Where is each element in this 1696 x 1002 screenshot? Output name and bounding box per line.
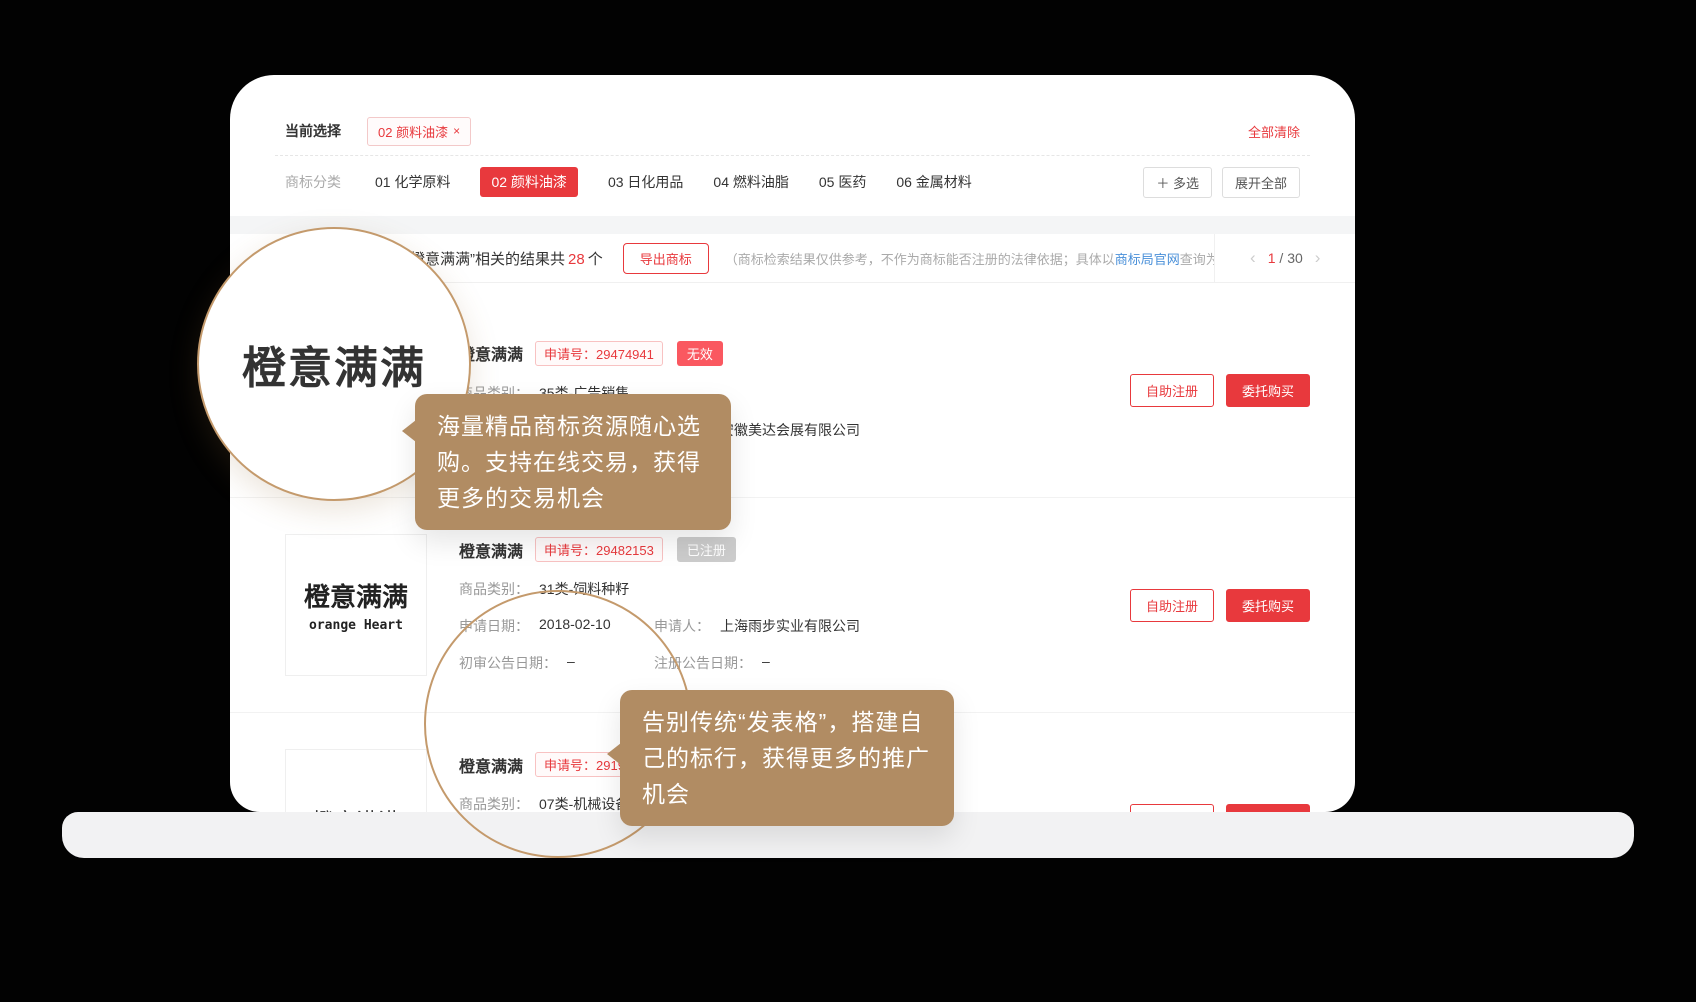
entrust-buy-button[interactable]: 委托购买 [1226,374,1310,407]
category-item-01[interactable]: 01 化学原料 [375,172,450,192]
disclaimer-text-post: 查询为准。） [1180,252,1215,267]
selected-filter-tag[interactable]: 02 颜料油漆 × [367,117,471,146]
status-badge: 已注册 [677,537,736,562]
magnified-trademark-text: 橙意满满 [242,332,426,396]
results-disclaimer: （商标检索结果仅供参考，不作为商标能否注册的法律依据；具体以商标局官网查询为准。… [725,249,1215,268]
prev-page-icon[interactable]: ‹ [1250,248,1256,268]
self-register-button[interactable]: 自助注册 [1130,804,1214,813]
filter-actions: ＋ 多选 展开全部 [1143,167,1300,198]
tooltip-promo: 告别传统“发表格”，搭建自己的标行，获得更多的推广机会 [620,690,954,826]
selected-filter-tag-label: 02 颜料油漆 [378,122,448,141]
tooltip-promo-text: 告别传统“发表格”，搭建自己的标行，获得更多的推广机会 [642,709,930,807]
current-page: 1 [1268,250,1276,266]
applicant-value: 安徽美达会展有限公司 [720,420,860,440]
category-item-05[interactable]: 05 医药 [819,172,866,192]
results-summary-suffix: 个 [588,251,603,268]
trademark-image-text: 橙意满满 [312,804,400,812]
entrust-buy-button[interactable]: 委托购买 [1226,804,1310,813]
total-pages: 30 [1287,250,1303,266]
tooltip-market: 海量精品商标资源随心选购。支持在线交易，获得更多的交易机会 [415,394,731,530]
trademark-image-text: 橙意满满 [304,577,408,614]
category-row: 商标分类 01 化学原料 02 颜料油漆 03 日化用品 04 燃料油脂 05 … [275,156,1310,208]
entrust-buy-button[interactable]: 委托购买 [1226,589,1310,622]
page-separator: / [1279,250,1283,266]
section-divider-strip [230,216,1355,234]
screenshot-stage: 当前选择 02 颜料油漆 × 全部清除 商标分类 01 化学原料 02 颜料油漆… [0,0,1696,1002]
trademark-image: 橙意满满 orange Heart [285,534,427,676]
table-row: 橙意满满 orange Heart 橙意满满 申请号：29482153 已注册 … [230,498,1355,713]
clear-all-link[interactable]: 全部清除 [1248,122,1300,141]
current-selection-row: 当前选择 02 颜料油漆 × 全部清除 [275,109,1310,153]
status-badge: 无效 [677,341,723,366]
category-item-06[interactable]: 06 金属材料 [896,172,971,192]
application-number-tag: 申请号：29474941 [535,341,663,366]
tooltip-market-text: 海量精品商标资源随心选购。支持在线交易，获得更多的交易机会 [437,413,701,511]
applicant-label: 申请人： [654,616,710,636]
category-item-02-selected[interactable]: 02 颜料油漆 [480,167,577,197]
tooltip-arrow-icon [607,743,621,765]
trademark-image: 橙意满满 [285,749,427,812]
row-actions: 自助注册 委托购买 [1130,374,1310,407]
category-item-04[interactable]: 04 燃料油脂 [713,172,788,192]
trademark-office-link[interactable]: 商标局官网 [1115,252,1180,267]
applicant-value: 上海雨步实业有限公司 [720,616,860,636]
disclaimer-text-pre: （商标检索结果仅供参考，不作为商标能否注册的法律依据；具体以 [725,252,1115,267]
expand-all-button[interactable]: 展开全部 [1222,167,1300,198]
category-item-03[interactable]: 03 日化用品 [608,172,683,192]
self-register-button[interactable]: 自助注册 [1130,374,1214,407]
pagination: ‹ 1 / 30 › [1214,234,1355,282]
application-number-tag: 申请号：29482153 [535,537,663,562]
category-row-label: 商标分类 [285,172,341,192]
trademark-image-subtext: orange Heart [309,618,403,633]
reg-publish-value: – [762,653,770,673]
category-list: 01 化学原料 02 颜料油漆 03 日化用品 04 燃料油脂 05 医药 06… [375,167,972,197]
tooltip-arrow-icon [402,420,416,442]
self-register-button[interactable]: 自助注册 [1130,589,1214,622]
row-actions: 自助注册 委托购买 [1130,804,1310,813]
trademark-name: 橙意满满 [459,538,523,562]
tag-remove-icon[interactable]: × [453,124,460,138]
multi-select-button[interactable]: ＋ 多选 [1143,167,1212,198]
results-count: 28 [568,251,585,268]
row-actions: 自助注册 委托购买 [1130,589,1310,622]
next-page-icon[interactable]: › [1315,248,1321,268]
export-trademark-button[interactable]: 导出商标 [623,243,709,274]
current-selection-label: 当前选择 [285,121,341,141]
filter-section: 当前选择 02 颜料油漆 × 全部清除 商标分类 01 化学原料 02 颜料油漆… [230,75,1355,208]
